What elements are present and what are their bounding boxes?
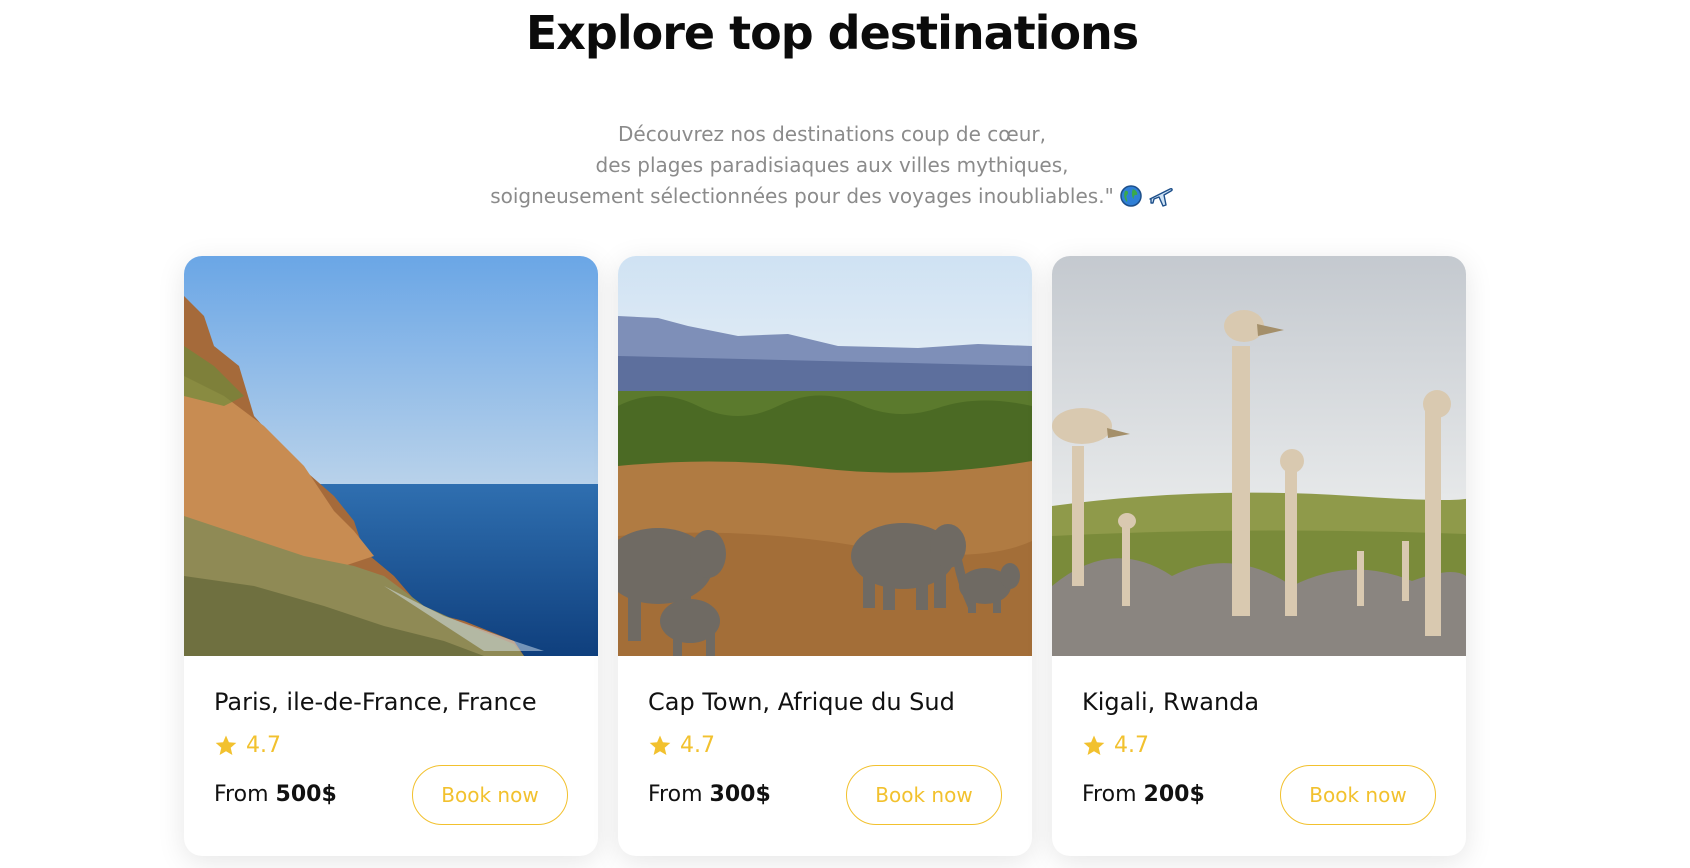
book-now-button[interactable]: Book now xyxy=(412,765,568,825)
star-icon xyxy=(649,735,671,755)
globe-icon xyxy=(1120,185,1142,216)
star-icon xyxy=(215,735,237,755)
destination-rating: 4.7 xyxy=(648,733,715,758)
destination-photo-elephants xyxy=(618,256,1032,656)
price-value: 500$ xyxy=(275,782,337,807)
rating-value: 4.7 xyxy=(1114,733,1149,758)
airplane-icon xyxy=(1148,185,1174,216)
destination-card: Cap Town, Afrique du Sud 4.7 From 300$ B… xyxy=(618,256,1032,856)
destination-photo-coast xyxy=(184,256,598,656)
section-subtitle: Découvrez nos destinations coup de cœur,… xyxy=(0,119,1664,216)
destination-card: Paris, ile-de-France, France 4.7 From 50… xyxy=(184,256,598,856)
price-prefix: From xyxy=(1082,782,1137,807)
destination-photo-ostriches xyxy=(1052,256,1466,656)
subtitle-line-last: soigneusement sélectionnées pour des voy… xyxy=(0,181,1664,216)
destination-name: Paris, ile-de-France, France xyxy=(214,688,537,716)
rating-value: 4.7 xyxy=(680,733,715,758)
destination-cards: Paris, ile-de-France, France 4.7 From 50… xyxy=(184,256,1484,856)
destination-name: Cap Town, Afrique du Sud xyxy=(648,688,955,716)
subtitle-line-text: soigneusement sélectionnées pour des voy… xyxy=(490,184,1114,208)
price-prefix: From xyxy=(648,782,703,807)
rating-value: 4.7 xyxy=(246,733,281,758)
subtitle-line: Découvrez nos destinations coup de cœur, xyxy=(618,122,1046,146)
destination-price: From 300$ xyxy=(648,782,771,807)
destination-price: From 200$ xyxy=(1082,782,1205,807)
destination-card: Kigali, Rwanda 4.7 From 200$ Book now xyxy=(1052,256,1466,856)
destination-name: Kigali, Rwanda xyxy=(1082,688,1260,716)
book-now-button[interactable]: Book now xyxy=(1280,765,1436,825)
destination-rating: 4.7 xyxy=(1082,733,1149,758)
section-title: Explore top destinations xyxy=(525,6,1139,60)
destination-rating: 4.7 xyxy=(214,733,281,758)
book-now-button[interactable]: Book now xyxy=(846,765,1002,825)
destinations-section: Explore top destinations Découvrez nos d… xyxy=(0,0,1690,868)
price-prefix: From xyxy=(214,782,269,807)
destination-price: From 500$ xyxy=(214,782,337,807)
subtitle-line: des plages paradisiaques aux villes myth… xyxy=(595,153,1069,177)
price-value: 300$ xyxy=(709,782,771,807)
price-value: 200$ xyxy=(1143,782,1205,807)
star-icon xyxy=(1083,735,1105,755)
